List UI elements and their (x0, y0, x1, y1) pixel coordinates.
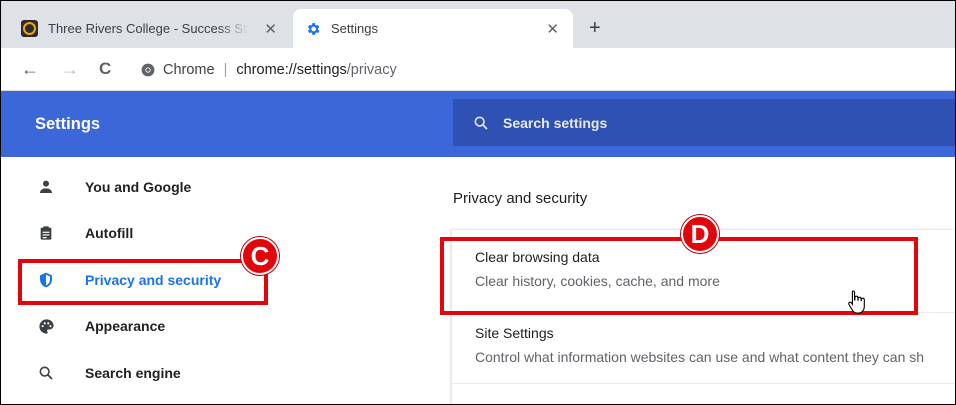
divider (451, 383, 955, 384)
back-button[interactable]: ← (21, 59, 39, 80)
url-host: chrome://settings (236, 62, 347, 78)
settings-header: Settings Search settings (1, 91, 955, 157)
sidebar-item-label: Autofill (85, 225, 134, 241)
search-input[interactable]: Search settings (453, 99, 955, 146)
chrome-icon (141, 63, 155, 77)
clipboard-icon (37, 224, 55, 242)
tab-title: Settings (331, 21, 378, 36)
forward-button[interactable]: → (61, 59, 79, 80)
tab-title: Three Rivers College - Success Strategie… (48, 21, 248, 36)
annotation-badge-d: D (681, 215, 719, 253)
sidebar-item-search-engine[interactable]: Search engine (1, 355, 271, 391)
page-title: Settings (35, 115, 101, 133)
url-separator: | (223, 62, 228, 78)
annotation-box-c (18, 259, 268, 305)
person-icon (37, 178, 55, 196)
reload-button[interactable]: C (99, 59, 111, 79)
tab-three-rivers[interactable]: Three Rivers College - Success Strategie… (9, 9, 291, 48)
sidebar-item-label: Search engine (85, 365, 181, 381)
section-title: Privacy and security (453, 190, 588, 207)
tab-settings[interactable]: Settings ✕ (293, 9, 573, 48)
browser-window: Three Rivers College - Success Strategie… (0, 0, 956, 405)
new-tab-button[interactable]: + (589, 17, 601, 40)
hand-cursor-icon (847, 289, 867, 320)
close-icon[interactable]: ✕ (264, 20, 277, 38)
search-placeholder: Search settings (503, 114, 608, 131)
close-icon[interactable]: ✕ (546, 20, 559, 38)
chrome-label: Chrome (163, 62, 215, 78)
three-rivers-icon (21, 20, 38, 37)
row-title: Site Settings (475, 325, 554, 341)
search-icon (37, 364, 55, 382)
sidebar-item-label: Appearance (85, 318, 166, 334)
search-icon (473, 115, 489, 131)
sidebar-item-autofill[interactable]: Autofill (1, 215, 271, 251)
sidebar-item-appearance[interactable]: Appearance (1, 308, 271, 344)
annotation-badge-c: C (241, 237, 279, 275)
palette-icon (37, 317, 55, 335)
gear-icon (305, 21, 321, 37)
row-subtitle: Control what information websites can us… (475, 349, 925, 365)
url-path: /privacy (346, 62, 397, 78)
omnibox[interactable]: Chrome | chrome://settings/privacy (141, 56, 397, 84)
site-settings-row[interactable]: Site Settings Control what information w… (453, 313, 955, 383)
sidebar-item-you-and-google[interactable]: You and Google (1, 169, 271, 205)
sidebar-item-label: You and Google (85, 179, 192, 195)
address-toolbar: ← → C Chrome | chrome://settings/privacy (1, 48, 955, 91)
tab-strip: Three Rivers College - Success Strategie… (1, 1, 955, 48)
